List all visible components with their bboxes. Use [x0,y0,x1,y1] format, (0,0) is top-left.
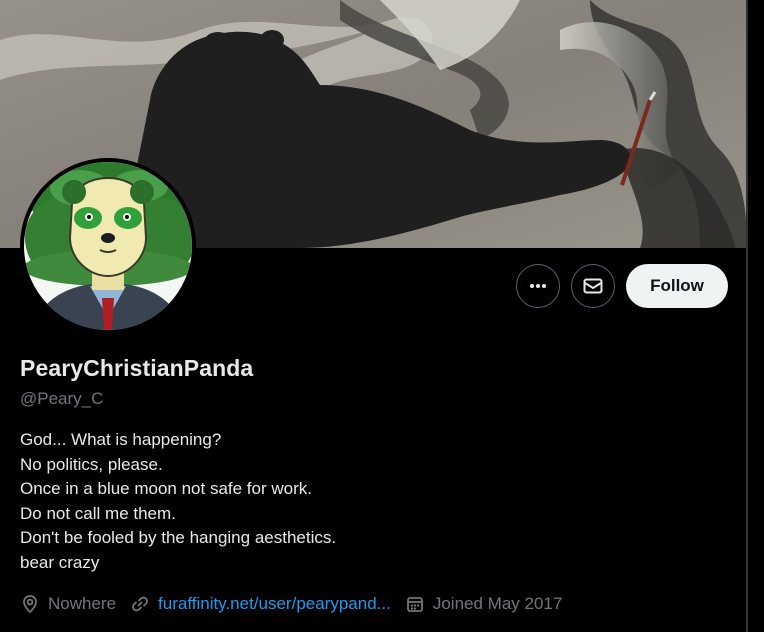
bio-line: Don't be fooled by the hanging aesthetic… [20,528,337,547]
follow-button[interactable]: Follow [626,264,728,308]
website-item: furaffinity.net/user/pearypand... [130,594,391,614]
column-divider [746,0,748,632]
bio-line: Once in a blue moon not safe for work. [20,479,312,498]
message-button[interactable] [571,264,615,308]
profile-handle: @Peary_C [20,389,104,408]
calendar-icon [406,597,423,612]
location-pin-icon [23,595,37,614]
joined-text: Joined May 2017 [432,594,563,613]
joined-item: Joined May 2017 [405,594,562,614]
profile-display-name: PearyChristianPanda [20,355,254,381]
envelope-icon [583,278,603,294]
bio-line: God... What is happening? [20,430,222,449]
bio-line: bear crazy [20,552,100,572]
more-dots-icon [530,284,546,288]
profile-meta-row: Nowhere furaffinity.net/user/pearypand..… [20,592,576,616]
location-item: Nowhere [20,594,116,614]
website-link[interactable]: furaffinity.net/user/pearypand... [158,594,391,614]
bio-line: No politics, please. [20,454,163,474]
profile-page: Follow PearyChristianPanda @Peary_C God.… [0,0,764,632]
bio-line: Do not call me them. [20,503,176,523]
location-text: Nowhere [48,594,117,613]
link-icon [132,596,148,612]
profile-bio: God... What is happening? No politics, p… [20,428,336,575]
profile-avatar[interactable] [20,158,196,334]
more-options-button[interactable] [516,264,560,308]
